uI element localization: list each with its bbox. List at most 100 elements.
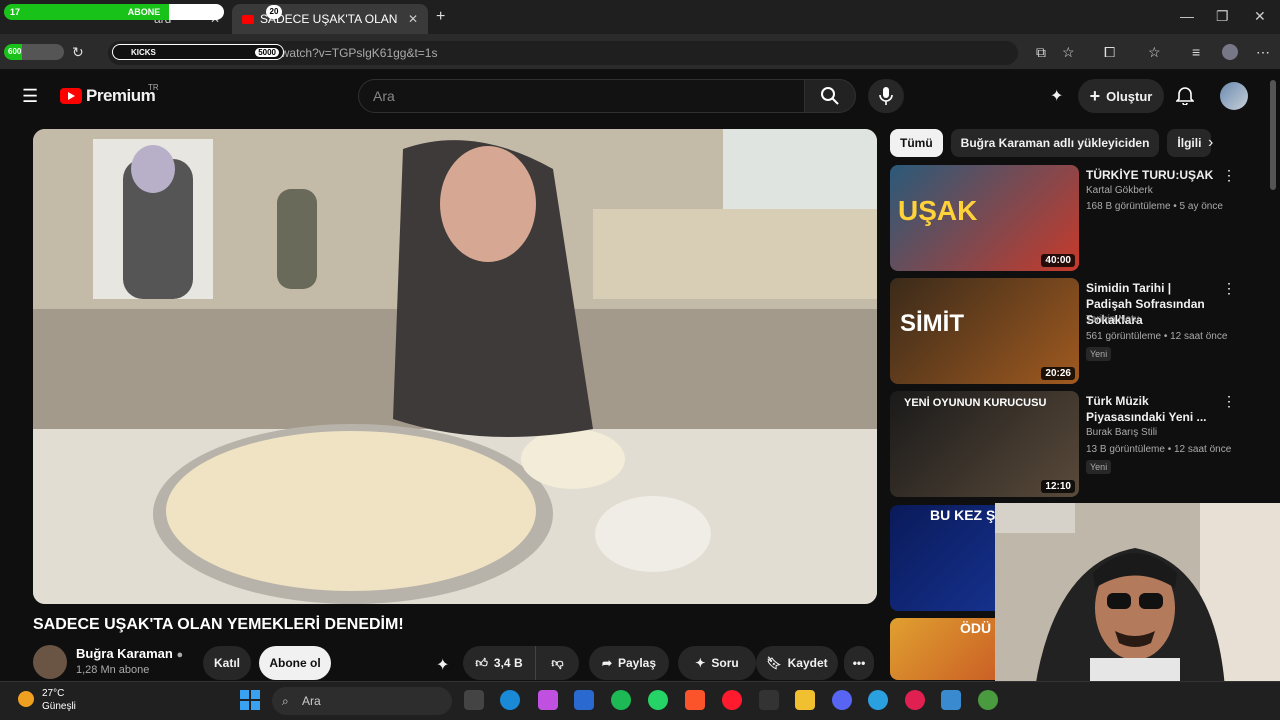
file-explorer-icon[interactable] [795, 690, 815, 710]
new-tab-button[interactable]: + [436, 8, 445, 26]
recommendation-meta: 13 B görüntüleme • 12 saat önce [1086, 444, 1232, 455]
close-icon[interactable]: ✕ [408, 12, 418, 26]
chrome-icon[interactable] [978, 690, 998, 710]
microphone-icon [879, 87, 893, 105]
windows-taskbar [0, 681, 1280, 720]
like-button[interactable]: 👍︎ 3,4 B [463, 646, 535, 680]
video-thumbnail[interactable]: UŞAK 40:00 [890, 165, 1079, 271]
copilot-icon[interactable] [538, 690, 558, 710]
kicks-label: KICKS [131, 47, 156, 57]
browser-tab-active[interactable]: SADECE UŞAK'TA OLAN YEMEK ✕ [232, 4, 428, 34]
kicks-goal: 5000 [255, 47, 279, 57]
recommendation-item[interactable]: YENİ OYUNUN KURUCUSU 12:10 Türk Müzik Pi… [890, 391, 1270, 497]
maximize-icon[interactable]: ❐ [1216, 8, 1229, 25]
reload-icon[interactable]: ↻ [72, 44, 84, 61]
abone-goal-overlay: 17 ABONE [4, 4, 224, 20]
recommendation-title[interactable]: Türk Müzik Piyasasındaki Yeni ... [1086, 393, 1216, 425]
app-icon[interactable] [574, 690, 594, 710]
channel-avatar[interactable] [33, 645, 67, 679]
video-player[interactable] [33, 129, 877, 604]
join-button[interactable]: Katıl [203, 646, 251, 680]
more-actions-button[interactable]: ••• [844, 646, 874, 680]
chevron-right-icon[interactable]: › [1208, 134, 1213, 152]
left-count: 600 [8, 47, 22, 56]
notifications-bell-icon[interactable] [1175, 85, 1195, 110]
brave-icon[interactable] [685, 690, 705, 710]
chip-all[interactable]: Tümü [890, 129, 943, 157]
recommendation-meta: 561 görüntüleme • 12 saat önce [1086, 331, 1228, 342]
thumbnail-text: SİMİT [900, 310, 964, 337]
save-button[interactable]: 🔖︎ Kaydet [756, 646, 838, 680]
windows-start-icon[interactable] [240, 690, 260, 710]
favorites-icon[interactable]: ☆ [1148, 44, 1161, 61]
search-button[interactable] [804, 79, 856, 113]
youtube-play-icon [60, 88, 82, 104]
abone-left-count: 17 [10, 7, 21, 17]
recommendation-meta: 168 B görüntüleme • 5 ay önce [1086, 201, 1223, 212]
edge-icon[interactable] [500, 690, 520, 710]
weather-condition: Güneşli [42, 701, 76, 712]
opera-gx-icon[interactable] [905, 690, 925, 710]
recommendation-item[interactable]: UŞAK 40:00 TÜRKİYE TURU:UŞAK Kartal Gökb… [890, 165, 1270, 271]
account-avatar[interactable] [1220, 82, 1248, 110]
app-icon[interactable] [941, 690, 961, 710]
hamburger-menu-icon[interactable]: ☰ [22, 86, 38, 107]
video-thumbnail[interactable]: YENİ OYUNUN KURUCUSU 12:10 [890, 391, 1079, 497]
telegram-icon[interactable] [868, 690, 888, 710]
gemini-icon[interactable]: ✦ [1050, 86, 1063, 106]
ask-button[interactable]: ✦ Soru [678, 646, 756, 680]
gemini-ask-icon[interactable]: ✦ [436, 655, 449, 675]
sparkle-icon: ✦ [695, 656, 706, 670]
search-input[interactable]: Ara [358, 79, 805, 113]
create-label: Oluştur [1106, 88, 1153, 104]
webcam-overlay [995, 503, 1280, 688]
abone-goal-count: 20 [266, 5, 282, 19]
opera-icon[interactable] [722, 690, 742, 710]
task-view-icon[interactable] [464, 690, 484, 710]
share-button[interactable]: ➦ Paylaş [589, 646, 669, 680]
window-close-icon[interactable]: ✕ [1254, 8, 1266, 25]
weather-widget[interactable]: 27°C Güneşli [18, 687, 76, 713]
plus-icon: + [1089, 85, 1101, 106]
discord-icon[interactable] [832, 690, 852, 710]
chip-related[interactable]: İlgili [1167, 129, 1212, 157]
recommendation-channel[interactable]: Kartal Gökberk [1086, 185, 1153, 196]
bookmark-star-icon[interactable]: ☆ [1062, 44, 1075, 61]
more-vert-icon[interactable]: ⋮ [1222, 280, 1236, 297]
profile-avatar[interactable] [1222, 44, 1238, 60]
region-code: TR [148, 83, 159, 92]
recommendation-channel[interactable]: Tarihin Notu [1086, 314, 1139, 325]
dislike-button[interactable]: 👎︎ [535, 646, 579, 680]
whatsapp-icon[interactable] [648, 690, 668, 710]
streaming-app-icon[interactable] [759, 690, 779, 710]
extensions-icon[interactable]: ⧠ [1104, 44, 1115, 61]
channel-name[interactable]: Buğra Karaman ● [76, 646, 183, 661]
filter-chips: Tümü Buğra Karaman adlı yükleyiciden İlg… [890, 129, 1212, 157]
subscribe-button[interactable]: Abone ol [259, 646, 331, 680]
more-vert-icon[interactable]: ⋮ [1222, 167, 1236, 184]
taskbar-search[interactable]: ⌕ Ara [272, 687, 452, 715]
recommendation-title[interactable]: TÜRKİYE TURU:UŞAK [1086, 167, 1216, 183]
thumbs-up-icon: 👍︎ [475, 655, 488, 670]
youtube-favicon-icon [242, 14, 254, 24]
install-app-icon[interactable]: ⧉ [1036, 44, 1046, 61]
create-button[interactable]: + Oluştur [1078, 79, 1164, 113]
recommendation-channel[interactable]: Burak Barış Stili [1086, 427, 1157, 438]
save-label: Kaydet [787, 656, 828, 670]
reading-list-icon[interactable]: ≡ [1192, 44, 1200, 60]
thumbnail-text: ÖDÜ [960, 620, 992, 636]
left-goal-overlay: 600 [4, 44, 64, 60]
verified-icon: ● [176, 649, 184, 661]
voice-search-button[interactable] [868, 79, 904, 113]
minimize-icon[interactable]: — [1180, 8, 1194, 24]
spotify-icon[interactable] [611, 690, 631, 710]
video-thumbnail[interactable]: SİMİT 20:26 [890, 278, 1079, 384]
thumbnail-text: YENİ OYUNUN KURUCUSU [904, 397, 1047, 409]
more-vert-icon[interactable]: ⋮ [1222, 393, 1236, 410]
recommendation-item[interactable]: SİMİT 20:26 Simidin Tarihi | Padişah Sof… [890, 278, 1270, 384]
chip-from-uploader[interactable]: Buğra Karaman adlı yükleyiciden [950, 129, 1160, 157]
ask-label: Soru [711, 656, 739, 670]
youtube-logo[interactable]: Premium TR [60, 83, 159, 106]
scrollbar[interactable] [1270, 80, 1276, 190]
more-menu-icon[interactable]: ⋯ [1256, 44, 1270, 61]
